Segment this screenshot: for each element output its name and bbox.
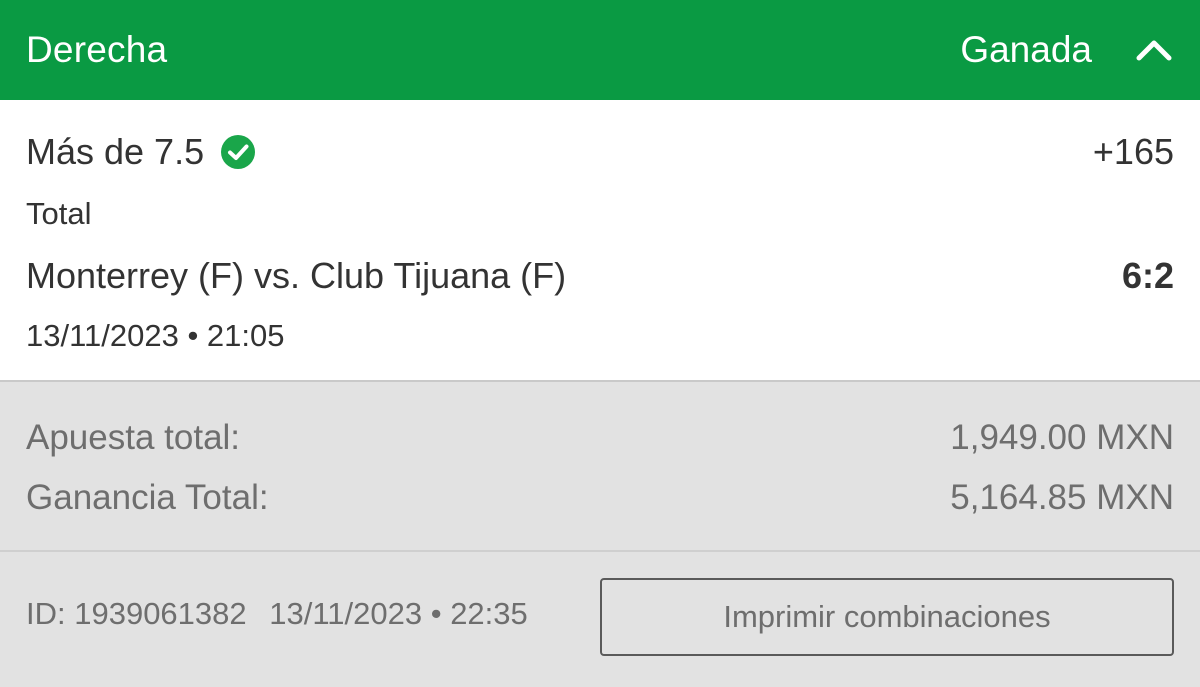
winnings-value: 5,164.85 MXN <box>950 478 1174 517</box>
ticket-id: ID: 1939061382 <box>26 596 247 631</box>
event-date: 13/11/2023 • 21:05 <box>26 318 285 353</box>
pick: Más de 7.5 <box>26 131 256 173</box>
pick-label: Más de 7.5 <box>26 131 205 172</box>
event-row: Monterrey (F) vs. Club Tijuana (F) 6:2 <box>26 254 1174 298</box>
chevron-up-icon[interactable] <box>1134 30 1174 70</box>
ticket-date: 13/11/2023 • 22:35 <box>269 596 528 631</box>
bet-header[interactable]: Derecha Ganada <box>0 0 1200 100</box>
event-score: 6:2 <box>1121 255 1174 296</box>
winnings-label: Ganancia Total: <box>26 478 269 517</box>
bet-status: Ganada <box>960 29 1092 70</box>
stake-value: 1,949.00 MXN <box>950 418 1174 457</box>
stake-row: Apuesta total: 1,949.00 MXN <box>26 418 1174 458</box>
bet-type-title: Derecha <box>26 29 168 70</box>
check-circle-icon <box>220 134 256 170</box>
bet-totals: Apuesta total: 1,949.00 MXN Ganancia Tot… <box>0 382 1200 552</box>
ticket-info: ID: 1939061382 13/11/2023 • 22:35 <box>26 596 528 632</box>
print-combinations-button[interactable]: Imprimir combinaciones <box>600 578 1174 656</box>
pick-row: Más de 7.5 +165 <box>26 130 1174 174</box>
winnings-row: Ganancia Total: 5,164.85 MXN <box>26 478 1174 518</box>
selection-details: Más de 7.5 +165 Total Monterrey (F) vs. … <box>0 100 1200 382</box>
bet-card: Derecha Ganada Más de 7.5 +165 Total Mon… <box>0 0 1200 687</box>
header-status-group[interactable]: Ganada <box>960 29 1174 71</box>
odds-value: +165 <box>1092 131 1174 172</box>
market-label: Total <box>26 196 92 231</box>
stake-label: Apuesta total: <box>26 418 241 457</box>
bet-footer: ID: 1939061382 13/11/2023 • 22:35 Imprim… <box>0 552 1200 685</box>
event-name: Monterrey (F) vs. Club Tijuana (F) <box>26 255 567 296</box>
